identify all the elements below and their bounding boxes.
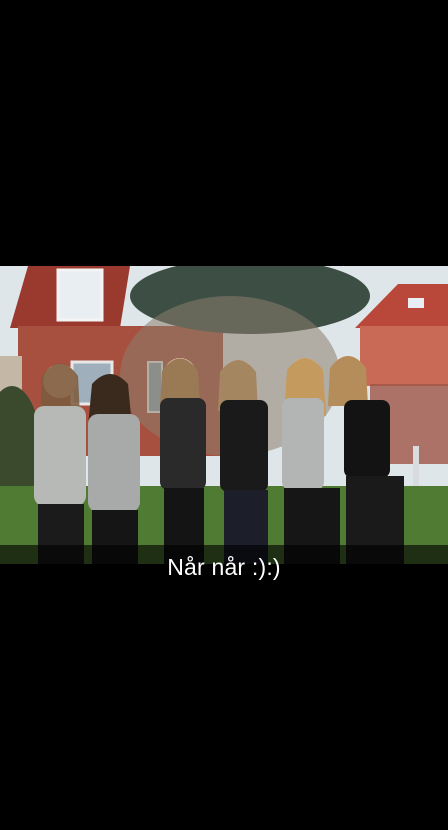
snap-viewer[interactable]: Når når :):) (0, 0, 448, 830)
snap-photo[interactable] (0, 266, 448, 564)
caption-bar: Når når :):) (0, 545, 448, 589)
photo-illustration (0, 266, 448, 564)
snap-caption: Når når :):) (167, 553, 281, 580)
